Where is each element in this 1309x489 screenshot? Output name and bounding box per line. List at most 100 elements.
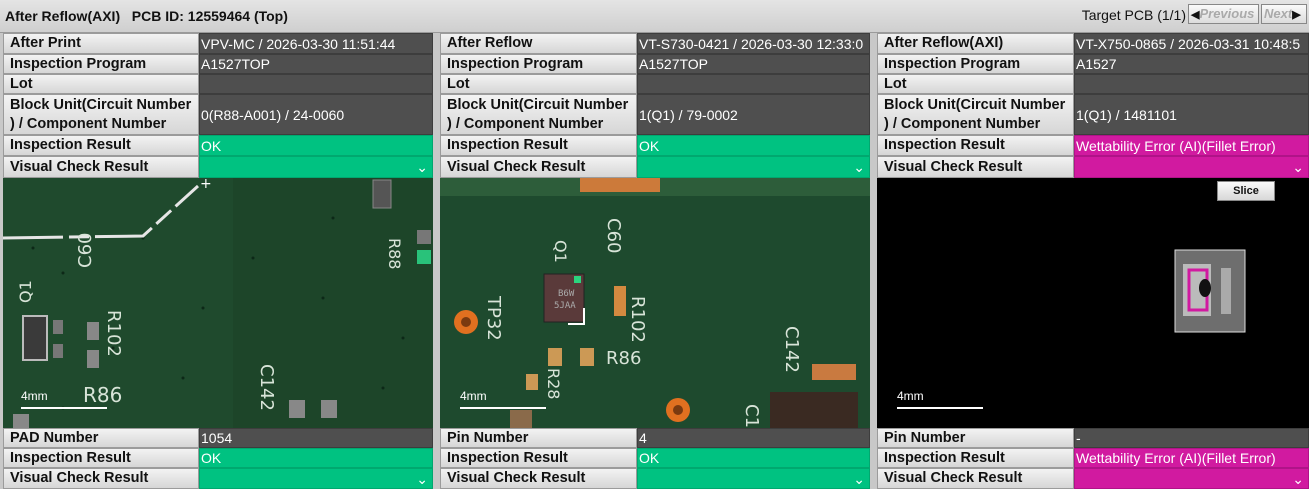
chevron-down-icon: ⌄ [853, 470, 865, 487]
panel-after-print: After Print VPV-MC / 2026-03-30 11:51:44 I… [3, 33, 433, 489]
block-row: Block Unit(Circuit Number ) / Component … [440, 94, 870, 135]
silk-r86: R86 [606, 348, 641, 369]
silk-c142: C142 [781, 326, 802, 373]
silk-c1: C1 [741, 404, 762, 428]
visual-label: Visual Check Result [3, 156, 199, 178]
inspection-image[interactable]: C60 Q1 B6W 5JAA R102 TP32 R86 C142 R28 C… [440, 178, 870, 428]
program-label: Inspection Program [877, 54, 1074, 74]
stage-row: After Print VPV-MC / 2026-03-30 11:51:44 [3, 33, 433, 54]
svg-text:+: + [200, 178, 212, 192]
result-label: Inspection Result [877, 135, 1074, 156]
stage-label: After Reflow [440, 33, 637, 54]
target-pcb-label: Target PCB (1/1) [1081, 7, 1186, 23]
stage-label: After Reflow(AXI) [877, 33, 1074, 54]
silk-c142: C142 [256, 364, 277, 411]
visual2-dropdown[interactable]: ⌄ [199, 468, 433, 489]
result2-label: Inspection Result [877, 448, 1074, 468]
header-bar: After Reflow(AXI) PCB ID: 12559464 (Top)… [0, 0, 1309, 33]
lot-value [1074, 74, 1309, 94]
svg-text:B6W: B6W [558, 289, 575, 299]
pin-row: PAD Number 1054 [3, 428, 433, 448]
pin-label: PAD Number [3, 428, 199, 448]
pin-label: Pin Number [440, 428, 637, 448]
visual-dropdown[interactable]: ⌄ [637, 156, 870, 178]
program-row: Inspection Program A1527TOP [440, 54, 870, 74]
lot-value [199, 74, 433, 94]
slice-button[interactable]: Slice [1217, 181, 1275, 201]
result-row: Inspection Result OK [440, 135, 870, 156]
stage-label: After Print [3, 33, 199, 54]
chevron-down-icon: ⌄ [416, 159, 428, 175]
scale-label: 4mm [460, 389, 487, 403]
visual2-dropdown[interactable]: ⌄ [637, 468, 870, 489]
silk-r102: R102 [627, 296, 648, 343]
lot-row: Lot [440, 74, 870, 94]
block-label: Block Unit(Circuit Number ) / Component … [440, 94, 637, 135]
scale-label: 4mm [21, 389, 48, 403]
result-row: Inspection Result Wettability Error (AI)(… [877, 135, 1309, 156]
lot-label: Lot [3, 74, 199, 94]
chevron-down-icon: ⌄ [416, 470, 428, 487]
panel-after-reflow: After Reflow VT-S730-0421 / 2026-03-30 12… [440, 33, 870, 489]
result-label: Inspection Result [440, 135, 637, 156]
silk-c60: C60 [603, 218, 624, 253]
page-title: After Reflow(AXI) PCB ID: 12559464 (Top) [5, 8, 288, 24]
next-label: Next [1264, 6, 1293, 21]
inspection-image[interactable]: + C60 R88 Q1 R102 C142 R86 4mm [3, 178, 433, 428]
program-value: A1527TOP [199, 54, 433, 74]
silk-r88: R88 [385, 238, 404, 269]
visual-label: Visual Check Result [440, 156, 637, 178]
pin-value: - [1074, 428, 1309, 448]
lot-value [637, 74, 870, 94]
result2-row: Inspection Result OK [440, 448, 870, 468]
visual2-row: Visual Check Result ⌄ [877, 468, 1309, 489]
silk-r86: R86 [83, 383, 122, 407]
visual2-label: Visual Check Result [3, 468, 199, 489]
silk-c60: C60 [75, 233, 96, 268]
lot-label: Lot [877, 74, 1074, 94]
visual2-label: Visual Check Result [877, 468, 1074, 489]
result2-value: OK [199, 448, 433, 468]
visual-dropdown[interactable]: ⌄ [199, 156, 433, 178]
visual-dropdown[interactable]: ⌄ [1074, 156, 1309, 178]
lot-row: Lot [877, 74, 1309, 94]
visual2-row: Visual Check Result ⌄ [440, 468, 870, 489]
program-row: Inspection Program A1527 [877, 54, 1309, 74]
visual-row: Visual Check Result ⌄ [877, 156, 1309, 178]
block-value: 0(R88-A001) / 24-0060 [199, 94, 433, 135]
visual-row: Visual Check Result ⌄ [440, 156, 870, 178]
block-value: 1(Q1) / 1481101 [1074, 94, 1309, 135]
program-value: A1527TOP [637, 54, 870, 74]
scale-label: 4mm [897, 389, 924, 403]
block-row: Block Unit(Circuit Number ) / Component … [877, 94, 1309, 135]
lot-label: Lot [440, 74, 637, 94]
result2-value: Wettability Error (AI)(Fillet Error) [1074, 448, 1309, 468]
next-button[interactable]: Next▶ [1261, 4, 1307, 24]
silk-r102: R102 [103, 310, 124, 357]
visual2-row: Visual Check Result ⌄ [3, 468, 433, 489]
lot-row: Lot [3, 74, 433, 94]
previous-label: Previous [1199, 6, 1255, 21]
silk-q1: Q1 [551, 240, 570, 263]
pin-row: Pin Number 4 [440, 428, 870, 448]
visual2-dropdown[interactable]: ⌄ [1074, 468, 1309, 489]
result2-row: Inspection Result Wettability Error (AI)(… [877, 448, 1309, 468]
previous-button[interactable]: ◀Previous [1188, 4, 1259, 24]
visual-label: Visual Check Result [877, 156, 1074, 178]
program-value: A1527 [1074, 54, 1309, 74]
inspection-image[interactable]: 4mm Slice [877, 178, 1309, 428]
triangle-right-icon: ▶ [1292, 9, 1301, 21]
pin-row: Pin Number - [877, 428, 1309, 448]
silk-r28: R28 [544, 368, 563, 399]
chevron-down-icon: ⌄ [853, 159, 865, 175]
result-value: Wettability Error (AI)(Fillet Error) [1074, 135, 1309, 156]
pin-value: 1054 [199, 428, 433, 448]
block-row: Block Unit(Circuit Number ) / Component … [3, 94, 433, 135]
result-value: OK [199, 135, 433, 156]
program-label: Inspection Program [440, 54, 637, 74]
block-value: 1(Q1) / 79-0002 [637, 94, 870, 135]
stage-row: After Reflow(AXI) VT-X750-0865 / 2026-03-… [877, 33, 1309, 54]
pin-label: Pin Number [877, 428, 1074, 448]
panel-after-reflow-axi: After Reflow(AXI) VT-X750-0865 / 2026-03-… [877, 33, 1309, 489]
chevron-down-icon: ⌄ [1292, 159, 1304, 175]
